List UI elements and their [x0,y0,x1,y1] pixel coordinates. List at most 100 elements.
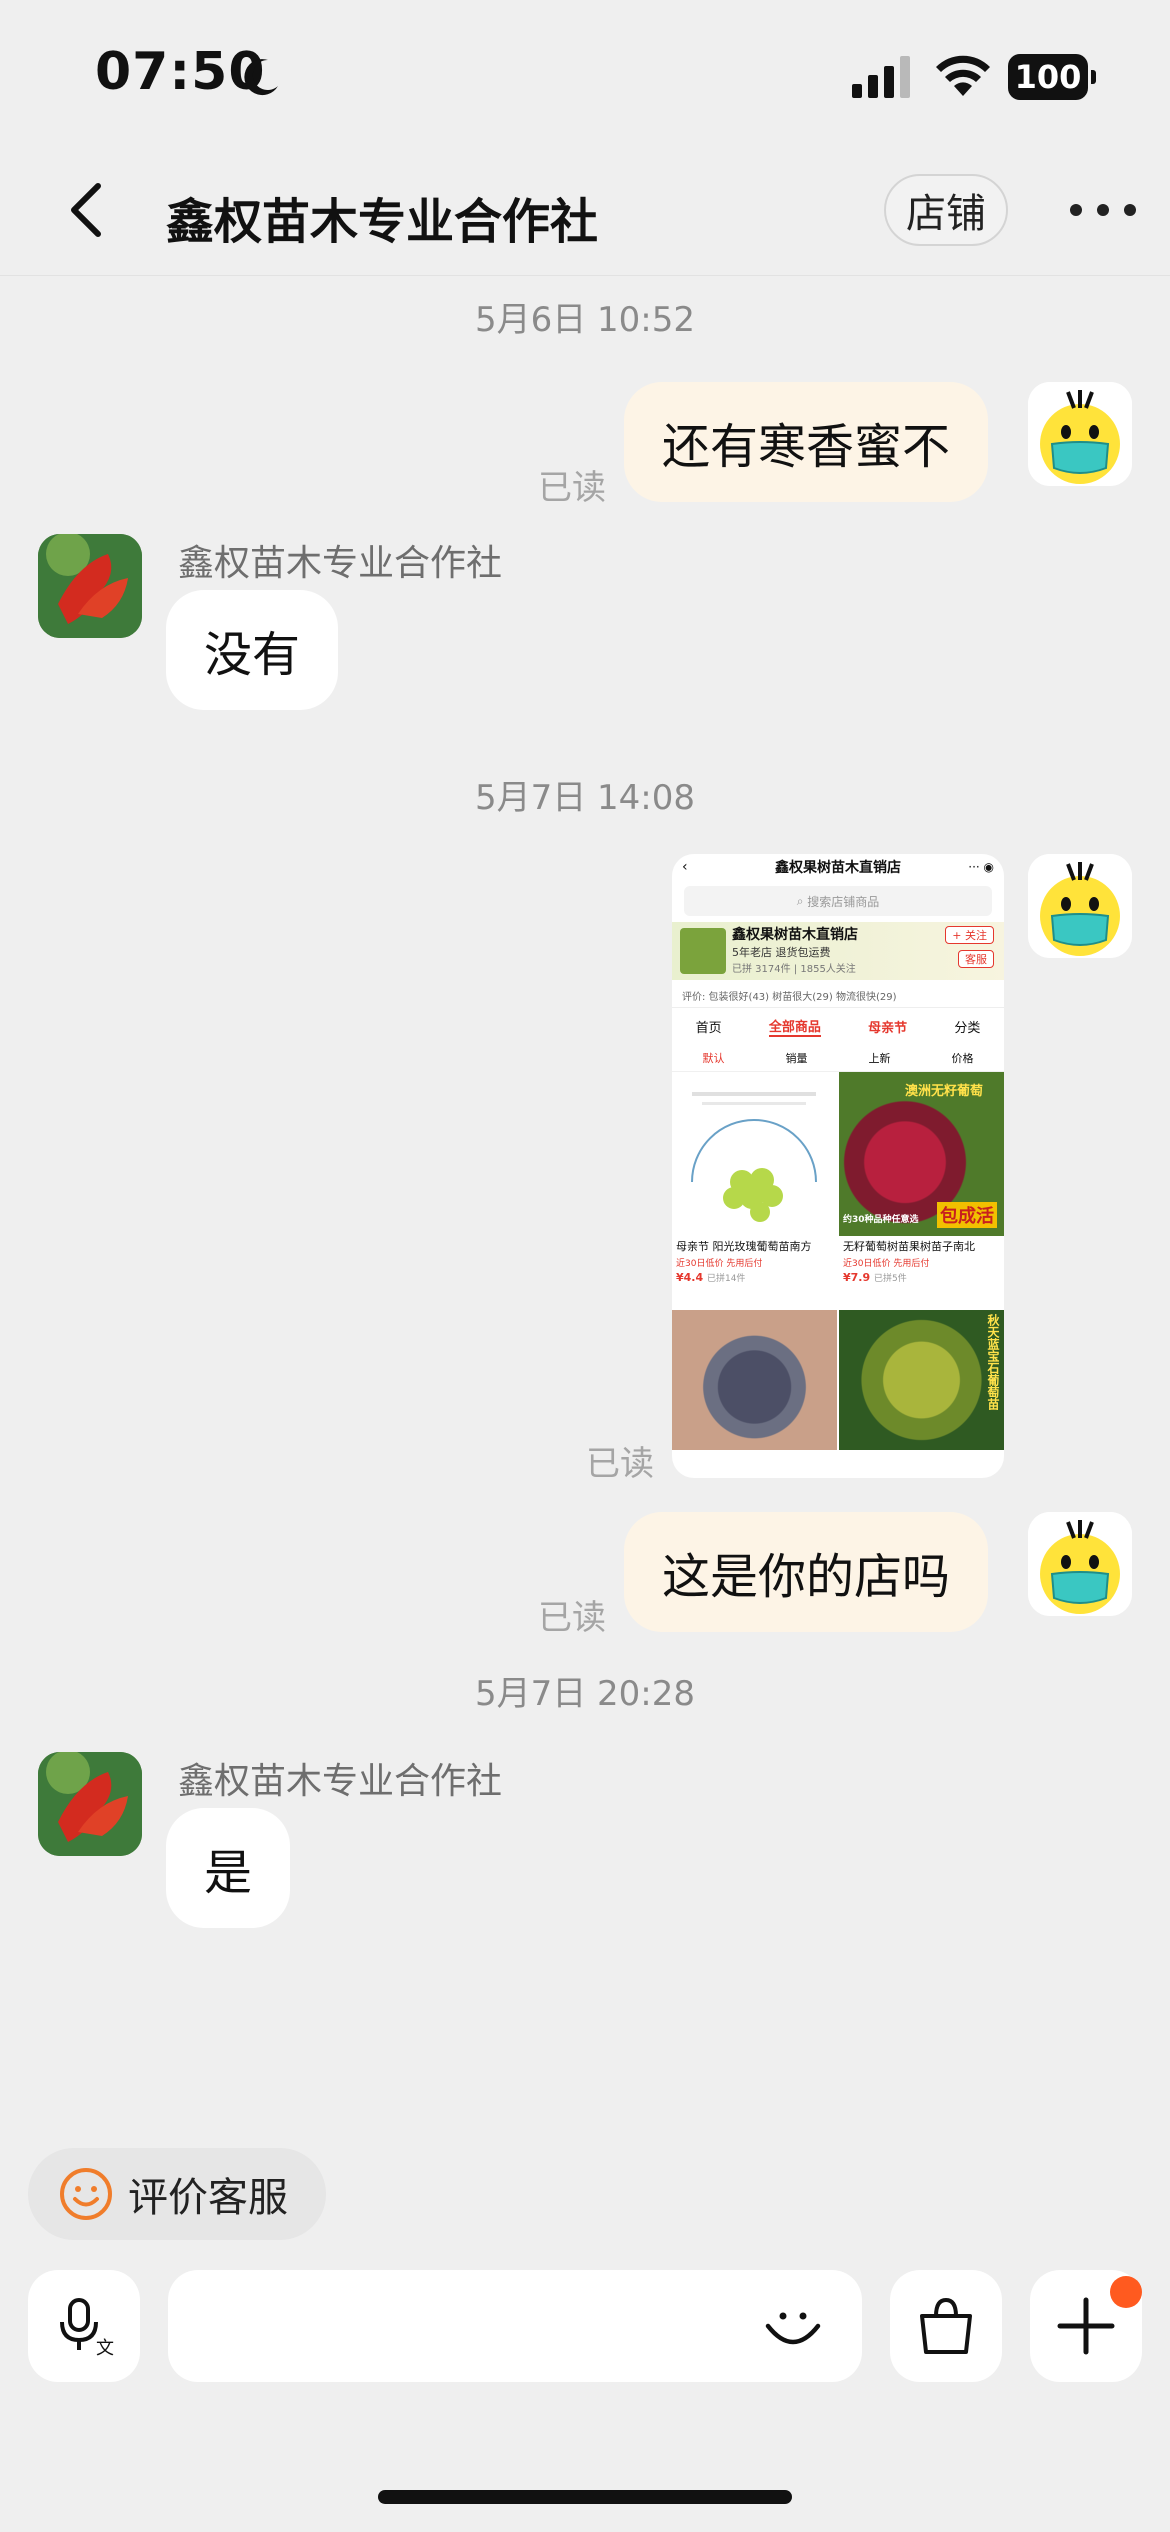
shot-product-card: 母亲节 阳光玫瑰葡萄苗南方 近30日低价 先用后付 ¥4.4 已拼14件 [672,1072,837,1308]
timestamp: 5月6日 10:52 [474,300,696,340]
shot-sort: 销量 [785,1051,808,1065]
shot-service-button: 客服 [958,950,994,968]
more-button[interactable] [1070,180,1136,240]
shot-back-icon: ‹ [682,859,688,875]
shot-tab: 母亲节 [868,1020,908,1036]
price-value: ¥4.4 [676,1271,704,1284]
shot-product-image: 秋天蓝宝石葡萄苗 [839,1310,1004,1450]
read-status: 已读 [538,1598,606,1638]
shot-title: 鑫权果树苗木直销店 [775,860,901,876]
user-avatar[interactable] [1028,382,1132,486]
svg-text:文: 文 [96,2338,114,2358]
duck-avatar-icon [1028,854,1132,958]
shot-product-image: 澳洲无籽葡萄 约30种品种任意选 包成活 [839,1072,1004,1236]
read-status: 已读 [586,1444,654,1484]
shot-product-image [672,1310,837,1450]
shot-product-title: 无籽葡萄树苗果树苗子南北 [843,1240,975,1253]
sender-name: 鑫权苗木专业合作社 [178,543,503,584]
shot-product-card: 秋天蓝宝石葡萄苗 [839,1310,1004,1450]
shared-image-message[interactable]: ‹ 鑫权果树苗木直销店 ··· ◉ ⌕ 搜索店铺商品 鑫权果树苗木直销店 5年老… [672,854,1004,1478]
shot-product-grid: 母亲节 阳光玫瑰葡萄苗南方 近30日低价 先用后付 ¥4.4 已拼14件 澳洲无… [672,1072,1004,1450]
shot-product-image [672,1072,837,1236]
read-status: 已读 [538,468,606,508]
shot-search-placeholder: 搜索店铺商品 [807,894,880,909]
plant-avatar-icon [38,1752,142,1856]
emoji-button[interactable] [758,2292,828,2362]
more-dot-icon [1124,204,1136,216]
plus-icon [1057,2297,1115,2355]
message-text: 没有 [204,627,301,683]
message-text: 还有寒香蜜不 [662,419,951,475]
home-indicator[interactable] [378,2490,792,2504]
sender-name: 鑫权苗木专业合作社 [178,1761,503,1802]
overlay-text: 约30种品种任意选 [843,1215,919,1225]
wifi-icon [936,55,990,96]
battery-icon: 100 [1008,54,1096,100]
shot-product-price: ¥7.9 已拼5件 [839,1269,1004,1286]
shot-product-card: 澳洲无籽葡萄 约30种品种任意选 包成活 无籽葡萄树苗果树苗子南北 近30日低价… [839,1072,1004,1308]
rate-service-button[interactable]: 评价客服 [28,2148,326,2240]
shot-sort-bar: 默认 销量 上新 价格 [672,1044,1004,1072]
message-text: 这是你的店吗 [662,1549,951,1605]
more-dot-icon [1097,204,1109,216]
shopping-bag-icon [920,2297,972,2354]
microphone-icon: 文 [60,2298,114,2358]
signal-icon [852,56,910,98]
shop-avatar[interactable] [38,1752,142,1856]
smile-icon [60,2168,112,2220]
shot-tabs: 首页 全部商品 母亲节 分类 [672,1008,1004,1044]
chat-title: 鑫权苗木专业合作社 [166,194,599,250]
sold-count: 已拼5件 [873,1274,907,1284]
rate-service-label: 评价客服 [128,2175,288,2221]
shot-sort: 上新 [868,1051,891,1065]
voice-button[interactable]: 文 [28,2270,140,2382]
shot-store-logo [680,928,726,974]
shot-store-info: 鑫权果树苗木直销店 5年老店 退货包运费 已拼 3174件 | 1855人关注 … [672,922,1004,980]
timestamp: 5月7日 14:08 [474,778,696,818]
shot-sort: 默认 [702,1051,725,1065]
overlay-text: 包成活 [937,1202,997,1228]
shot-tab: 分类 [954,1020,981,1036]
message-bubble-self[interactable]: 还有寒香蜜不 [624,382,989,502]
shot-more-icon: ··· ◉ [968,860,994,874]
user-avatar[interactable] [1028,854,1132,958]
shot-evaluation: 评价: 包装很好(43) 树苗很大(29) 物流很快(29) [672,984,1004,1008]
status-bar: 07:50 100 [0,0,1170,150]
user-avatar[interactable] [1028,1512,1132,1616]
shot-product-sub: 近30日低价 先用后付 [676,1259,763,1269]
overlay-text: 秋天蓝宝石葡萄苗 [986,1314,1000,1410]
shopping-bag-button[interactable] [890,2270,1002,2382]
notification-dot [1110,2276,1142,2308]
shot-search: ⌕ 搜索店铺商品 [684,886,992,916]
input-bar: 文 [0,2270,1170,2390]
message-text: 是 [204,1845,253,1901]
price-value: ¥7.9 [843,1271,871,1284]
battery-level: 100 [1014,58,1082,96]
plant-avatar-icon [38,534,142,638]
shot-tab: 首页 [695,1020,722,1036]
shot-product-title: 母亲节 阳光玫瑰葡萄苗南方 [676,1240,812,1253]
shot-sort: 价格 [951,1051,974,1065]
shot-product-price: ¥4.4 已拼14件 [672,1269,837,1286]
grape-chart-image [691,1092,817,1222]
message-bubble-self[interactable]: 这是你的店吗 [624,1512,989,1632]
duck-avatar-icon [1028,1512,1132,1616]
back-button[interactable] [60,180,120,240]
shot-product-card [672,1310,837,1450]
timestamp: 5月7日 20:28 [474,1674,696,1714]
shot-tab-active: 全部商品 [768,1016,821,1037]
shot-titlebar: ‹ 鑫权果树苗木直销店 ··· ◉ [672,854,1004,880]
overlay-text: 澳洲无籽葡萄 [905,1084,984,1099]
more-dot-icon [1070,204,1082,216]
shop-avatar[interactable] [38,534,142,638]
chat-header: 鑫权苗木专业合作社 店铺 [0,150,1170,276]
message-bubble-other[interactable]: 没有 [166,590,339,710]
shot-search-icon: ⌕ [796,893,808,908]
message-bubble-other[interactable]: 是 [166,1808,291,1928]
moon-icon [244,59,278,96]
sold-count: 已拼14件 [706,1274,746,1284]
shop-button[interactable]: 店铺 [884,174,1008,246]
duck-avatar-icon [1028,382,1132,486]
shot-product-sub: 近30日低价 先用后付 [843,1259,930,1269]
shot-follow-button: + 关注 [945,926,994,944]
